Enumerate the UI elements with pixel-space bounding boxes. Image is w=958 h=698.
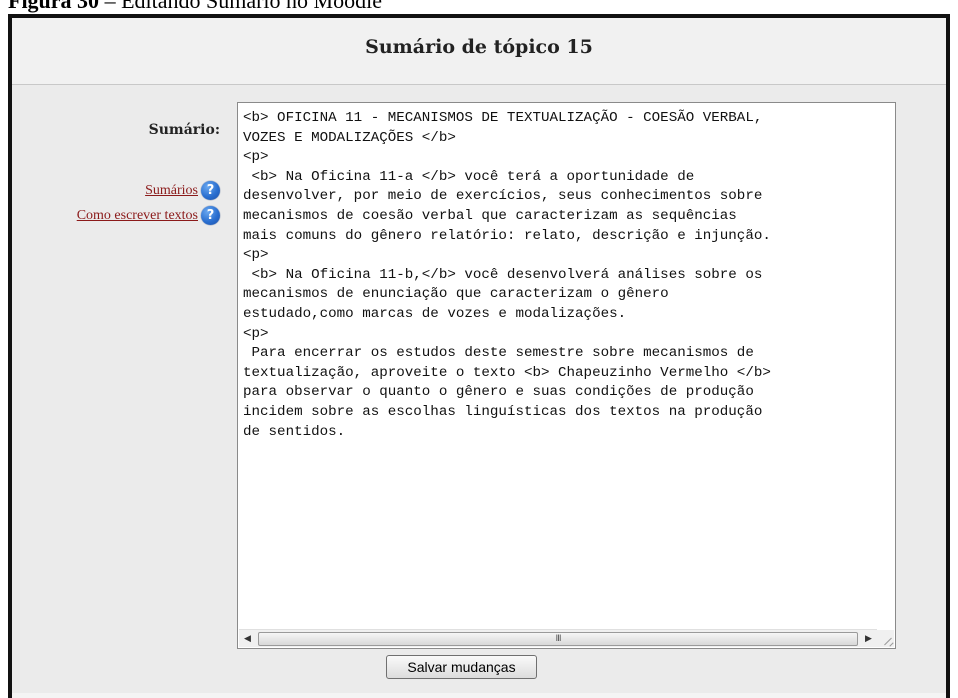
summary-text-content[interactable]: <b> OFICINA 11 - MECANISMOS DE TEXTUALIZ… bbox=[243, 109, 889, 442]
summary-field-label: Sumário: bbox=[148, 122, 220, 138]
figure-caption-label: Figura 30 bbox=[8, 0, 100, 13]
resize-grip-icon[interactable] bbox=[877, 630, 894, 647]
footer-strip bbox=[12, 693, 946, 698]
scroll-left-arrow-icon[interactable]: ◀ bbox=[239, 630, 256, 647]
scroll-right-arrow-icon[interactable]: ▶ bbox=[860, 630, 877, 647]
figure-caption: Figura 30 – Editando Sumário no Moodle bbox=[8, 0, 382, 14]
help-icon[interactable]: ? bbox=[201, 181, 220, 200]
summary-textarea[interactable]: <b> OFICINA 11 - MECANISMOS DE TEXTUALIZ… bbox=[237, 102, 896, 649]
help-row-sumarios: Sumários ? bbox=[77, 178, 220, 203]
scrollbar-thumb-grip: III bbox=[555, 634, 562, 644]
figure-caption-text: – Editando Sumário no Moodle bbox=[99, 0, 382, 13]
page-header: Sumário de tópico 15 bbox=[12, 18, 946, 85]
scrollbar-thumb[interactable]: III bbox=[258, 632, 858, 646]
horizontal-scrollbar[interactable]: ◀ III ▶ bbox=[239, 629, 877, 647]
page-title: Sumário de tópico 15 bbox=[365, 36, 593, 58]
moodle-summary-form: Sumário de tópico 15 Sumário: Sumários ?… bbox=[8, 14, 950, 698]
help-icon[interactable]: ? bbox=[201, 206, 220, 225]
save-changes-button[interactable]: Salvar mudanças bbox=[386, 655, 537, 679]
help-link-sumarios[interactable]: Sumários bbox=[145, 178, 198, 203]
help-links: Sumários ? Como escrever textos ? bbox=[77, 178, 220, 228]
help-link-como-escrever-textos[interactable]: Como escrever textos bbox=[77, 203, 198, 228]
help-row-como-escrever: Como escrever textos ? bbox=[77, 203, 220, 228]
